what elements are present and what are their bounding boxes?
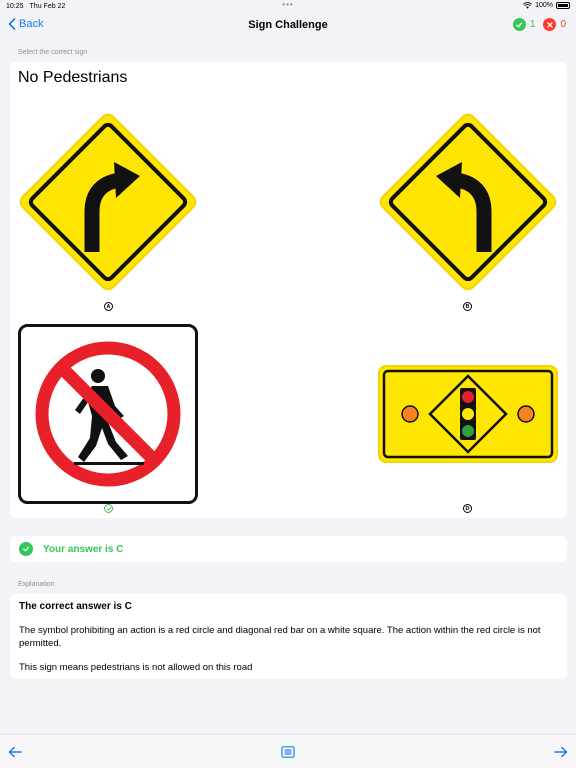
correct-check-icon: [512, 18, 526, 31]
answer-correct-icon: [19, 542, 33, 556]
bottom-toolbar: [0, 734, 576, 768]
navigation-bar: Back Sign Challenge 1 0: [0, 14, 576, 38]
explanation-heading: The correct answer is C: [19, 601, 132, 612]
list-icon: [281, 746, 295, 758]
arrow-left-icon: [8, 746, 22, 758]
next-button[interactable]: [553, 745, 569, 759]
score-indicator: 1 0: [512, 18, 566, 31]
explanation-body: The symbol prohibiting an action is a re…: [19, 625, 541, 649]
option-d[interactable]: [378, 324, 558, 504]
arrow-right-icon: [554, 746, 568, 758]
option-a[interactable]: [18, 112, 198, 292]
no-pedestrians-sign: [18, 324, 198, 504]
status-date: Thu Feb 22: [29, 2, 66, 10]
answer-result: Your answer is C: [10, 536, 567, 562]
question-text: No Pedestrians: [18, 69, 128, 86]
option-a-letter: A: [104, 302, 113, 311]
status-time: 10:25: [6, 2, 24, 10]
question-section-label: Select the correct sign: [18, 49, 88, 56]
battery-percent: 100%: [535, 2, 553, 9]
page-title: Sign Challenge: [248, 19, 328, 31]
explanation-card: The correct answer is C The symbol prohi…: [10, 594, 567, 679]
correct-count: 1: [529, 19, 536, 30]
option-b-letter: B: [463, 302, 472, 311]
traffic-signal-ahead-sign: [378, 365, 558, 463]
curve-left-warning-sign: [379, 113, 557, 291]
option-c-selected-check-icon: [104, 504, 113, 513]
option-b[interactable]: [378, 112, 558, 292]
battery-icon: [556, 2, 570, 9]
explanation-section-label: Explanation: [18, 581, 55, 588]
wrong-count: 0: [560, 19, 566, 30]
wifi-icon: [523, 2, 533, 9]
curve-right-warning-sign: [19, 113, 197, 291]
question-card: No Pedestrians A B D: [10, 62, 567, 518]
option-d-letter: D: [463, 504, 472, 513]
wrong-x-icon: [543, 18, 557, 31]
explanation-meaning: This sign means pedestrians is not allow…: [19, 662, 253, 673]
multitasking-dots[interactable]: •••: [282, 0, 293, 9]
question-list-button[interactable]: [280, 745, 296, 759]
answer-text: Your answer is C: [43, 543, 124, 555]
previous-button[interactable]: [7, 745, 23, 759]
option-c[interactable]: [18, 324, 198, 504]
status-bar: 10:25 Thu Feb 22 ••• 100%: [0, 0, 576, 12]
